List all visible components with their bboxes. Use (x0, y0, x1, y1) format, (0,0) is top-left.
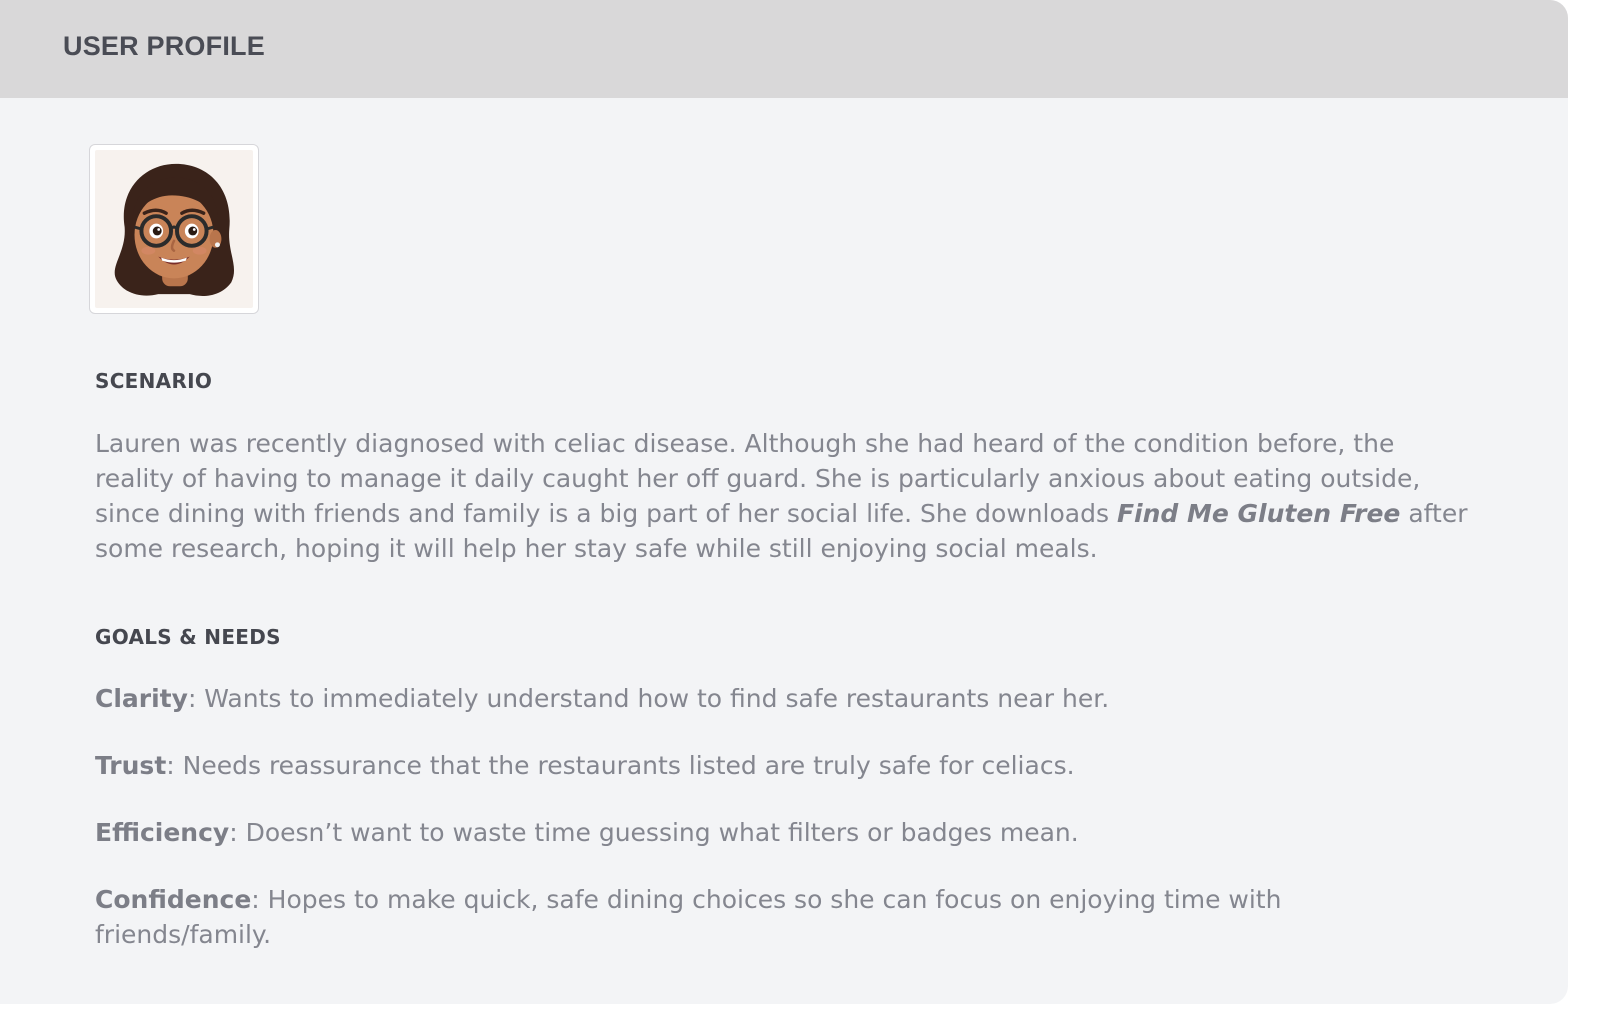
user-profile-card: USER PROFILE SCENARIO Lauren was recentl… (0, 0, 1568, 1004)
goal-item-efficiency: Efficiency: Doesn’t want to waste time g… (95, 815, 1475, 850)
goal-text: : Hopes to make quick, safe dining choic… (95, 885, 1282, 949)
goal-text: : Needs reassurance that the restaurants… (166, 751, 1075, 780)
goal-label: Confidence (95, 885, 252, 914)
avatar (89, 144, 259, 314)
goal-text: : Doesn’t want to waste time guessing wh… (229, 818, 1079, 847)
page-title: USER PROFILE (63, 31, 265, 61)
goal-text: : Wants to immediately understand how to… (187, 684, 1110, 713)
goal-label: Trust (95, 751, 167, 780)
goal-label: Clarity (95, 684, 188, 713)
app-name: Find Me Gluten Free (1116, 499, 1401, 528)
goal-item-clarity: Clarity: Wants to immediately understand… (95, 681, 1475, 716)
header-bar: USER PROFILE (0, 0, 1568, 98)
memoji-avatar-icon (95, 150, 253, 308)
goal-item-trust: Trust: Needs reassurance that the restau… (95, 748, 1475, 783)
scenario-heading: SCENARIO (95, 369, 213, 393)
goals-heading: GOALS & NEEDS (95, 625, 281, 649)
scenario-text: Lauren was recently diagnosed with celia… (95, 426, 1475, 566)
goal-label: Efficiency (95, 818, 230, 847)
goal-item-confidence: Confidence: Hopes to make quick, safe di… (95, 882, 1395, 952)
